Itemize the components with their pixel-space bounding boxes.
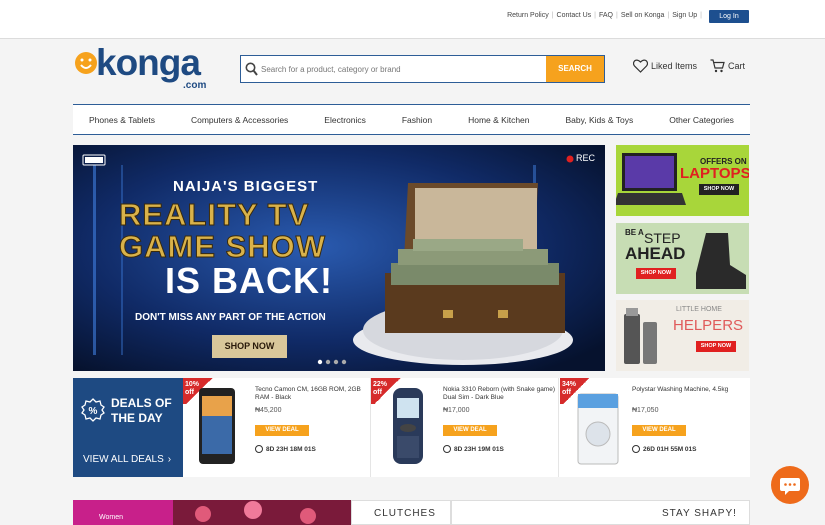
timer-value: 8D 23H 18M 01S — [266, 445, 316, 453]
login-button[interactable]: Log In — [709, 10, 749, 23]
separator: | — [551, 12, 554, 19]
laptops-banner-main: LAPTOPS — [680, 165, 749, 182]
hero-line4: IS BACK! — [165, 260, 333, 301]
deals-of-the-day: % DEALS OF THE DAY VIEW ALL DEALS › 10% o… — [73, 378, 750, 477]
clutches-label: CLUTCHES — [374, 508, 436, 519]
separator: | — [667, 12, 670, 19]
faq-link[interactable]: FAQ — [599, 12, 613, 19]
clock-icon — [632, 445, 640, 453]
liked-items-link[interactable]: Liked Items — [633, 59, 697, 73]
nokia-phone-image — [393, 388, 423, 464]
nav-other-categories[interactable]: Other Categories — [669, 115, 734, 125]
view-all-deals-link[interactable]: VIEW ALL DEALS › — [83, 454, 171, 465]
deal-price: ₦17,000 — [443, 407, 470, 414]
top-links: Return Policy | Contact Us | FAQ | Sell on … — [507, 12, 705, 19]
nav-baby-kids-toys[interactable]: Baby, Kids & Toys — [566, 115, 634, 125]
home-helpers-banner[interactable]: LITTLE HOME HELPERS SHOP NOW — [616, 300, 749, 371]
deal-timer: 8D 23H 19M 01S — [443, 445, 504, 453]
view-all-deals-label: VIEW ALL DEALS — [83, 454, 164, 465]
deal-timer: 26D 01H 55M 01S — [632, 445, 696, 453]
nav-fashion[interactable]: Fashion — [402, 115, 432, 125]
category-nav: Phones & Tablets Computers & Accessories… — [73, 104, 750, 135]
nav-home-kitchen[interactable]: Home & Kitchen — [468, 115, 529, 125]
shoes-shop-now-button[interactable]: SHOP NOW — [636, 268, 676, 279]
liked-items-label: Liked Items — [651, 61, 698, 71]
timer-value: 26D 01H 55M 01S — [643, 445, 697, 453]
phone-image — [199, 388, 235, 464]
view-deal-button[interactable]: VIEW DEAL — [632, 425, 686, 436]
separator: | — [700, 12, 702, 19]
view-deal-button[interactable]: VIEW DEAL — [255, 425, 309, 436]
helpers-banner-line1: LITTLE HOME — [676, 306, 722, 313]
logo-suffix: .com — [183, 80, 207, 91]
header: konga .com Search for a product, categor… — [0, 40, 825, 104]
clock-icon — [255, 445, 263, 453]
heart-icon — [633, 59, 648, 73]
deal-price: ₦45,200 — [255, 407, 282, 414]
deal-card-tecno[interactable]: 10% off Tecno Camon CM, 16GB ROM, 2GB RAM… — [183, 378, 371, 477]
hero-shop-now-button[interactable]: SHOP NOW — [212, 335, 287, 358]
search-icon — [245, 62, 258, 76]
sell-on-konga-link[interactable]: Sell on Konga — [621, 12, 665, 19]
nav-computers-accessories[interactable]: Computers & Accessories — [191, 115, 288, 125]
deal-card-nokia[interactable]: 22% off Nokia 3310 Reborn (with Snake gam… — [371, 378, 559, 477]
cart-label: Cart — [728, 61, 746, 71]
chevron-right-icon: › — [167, 454, 172, 465]
deal-timer: 8D 23H 18M 01S — [255, 445, 316, 453]
shoes-banner[interactable]: BE A STEP AHEAD SHOP NOW — [616, 223, 749, 294]
women-label: Women — [99, 514, 123, 521]
percent-badge-icon: % — [81, 398, 105, 422]
hero-subline: DON'T MISS ANY PART OF THE ACTION — [135, 312, 326, 323]
helpers-shop-now-button[interactable]: SHOP NOW — [696, 341, 736, 352]
logo-text: konga — [96, 42, 201, 83]
top-bar: Return Policy | Contact Us | FAQ | Sell on … — [0, 0, 825, 39]
svg-text:%: % — [89, 406, 98, 417]
clock-icon — [443, 445, 451, 453]
sign-up-link[interactable]: Sign Up — [672, 12, 697, 19]
deals-title-line2: THE DAY — [111, 411, 163, 425]
cart-icon — [710, 59, 725, 73]
hero-line1: NAIJA'S BIGGEST — [173, 178, 319, 195]
chat-bubble-icon — [780, 478, 800, 495]
nav-phones-tablets[interactable]: Phones & Tablets — [89, 115, 155, 125]
clutches-banner[interactable]: CLUTCHES — [351, 500, 451, 525]
separator: | — [616, 12, 618, 19]
floral-pattern — [173, 500, 351, 525]
return-policy-link[interactable]: Return Policy — [507, 12, 549, 19]
shoes-banner-line1: BE A — [625, 228, 644, 237]
nav-electronics[interactable]: Electronics — [324, 115, 366, 125]
deal-card-polystar[interactable]: 34% off Polystar Washing Machine, 4.5kg ₦… — [560, 378, 750, 477]
search-input[interactable]: Search for a product, category or brand — [261, 65, 401, 74]
women-banner[interactable]: Women — [73, 500, 351, 525]
rec-label: REC — [576, 153, 596, 163]
stay-shapy-banner[interactable]: STAY SHAPY! — [451, 500, 750, 525]
separator: | — [594, 12, 596, 19]
deal-name[interactable]: Polystar Washing Machine, 4.5kg — [632, 386, 744, 394]
shoes-banner-line3: AHEAD — [625, 244, 686, 263]
helpers-banner-line2: HELPERS — [673, 317, 744, 334]
timer-value: 8D 23H 19M 01S — [454, 445, 504, 453]
discount-value: 34% — [562, 381, 577, 388]
deal-name[interactable]: Tecno Camon CM, 16GB ROM, 2GB RAM - Blac… — [255, 386, 367, 402]
laptops-banner[interactable]: OFFERS ON LAPTOPS SHOP NOW — [616, 145, 749, 216]
deals-title-line1: DEALS OF — [111, 396, 172, 410]
contact-us-link[interactable]: Contact Us — [557, 12, 592, 19]
discount-off: off — [373, 389, 382, 396]
deals-header-panel: % DEALS OF THE DAY VIEW ALL DEALS › — [73, 378, 183, 477]
search-bar[interactable]: Search for a product, category or brand … — [240, 55, 605, 83]
hero-line2: REALITY TV — [118, 197, 310, 233]
konga-logo[interactable]: konga .com — [73, 42, 207, 92]
cart-link[interactable]: Cart — [710, 59, 745, 73]
washing-machine-image — [577, 393, 619, 465]
laptops-shop-now-button[interactable]: SHOP NOW — [699, 184, 739, 195]
stay-shapy-label: STAY SHAPY! — [662, 508, 737, 519]
deal-name[interactable]: Nokia 3310 Reborn (with Snake game) Dual… — [443, 386, 555, 402]
view-deal-button[interactable]: VIEW DEAL — [443, 425, 497, 436]
deal-price: ₦17,050 — [632, 407, 659, 414]
chat-button[interactable] — [771, 466, 809, 504]
search-button[interactable]: SEARCH — [546, 56, 604, 82]
hero-banner[interactable]: REC NAIJA'S BIGGEST REALITY TV GAME SHOW… — [73, 145, 605, 371]
